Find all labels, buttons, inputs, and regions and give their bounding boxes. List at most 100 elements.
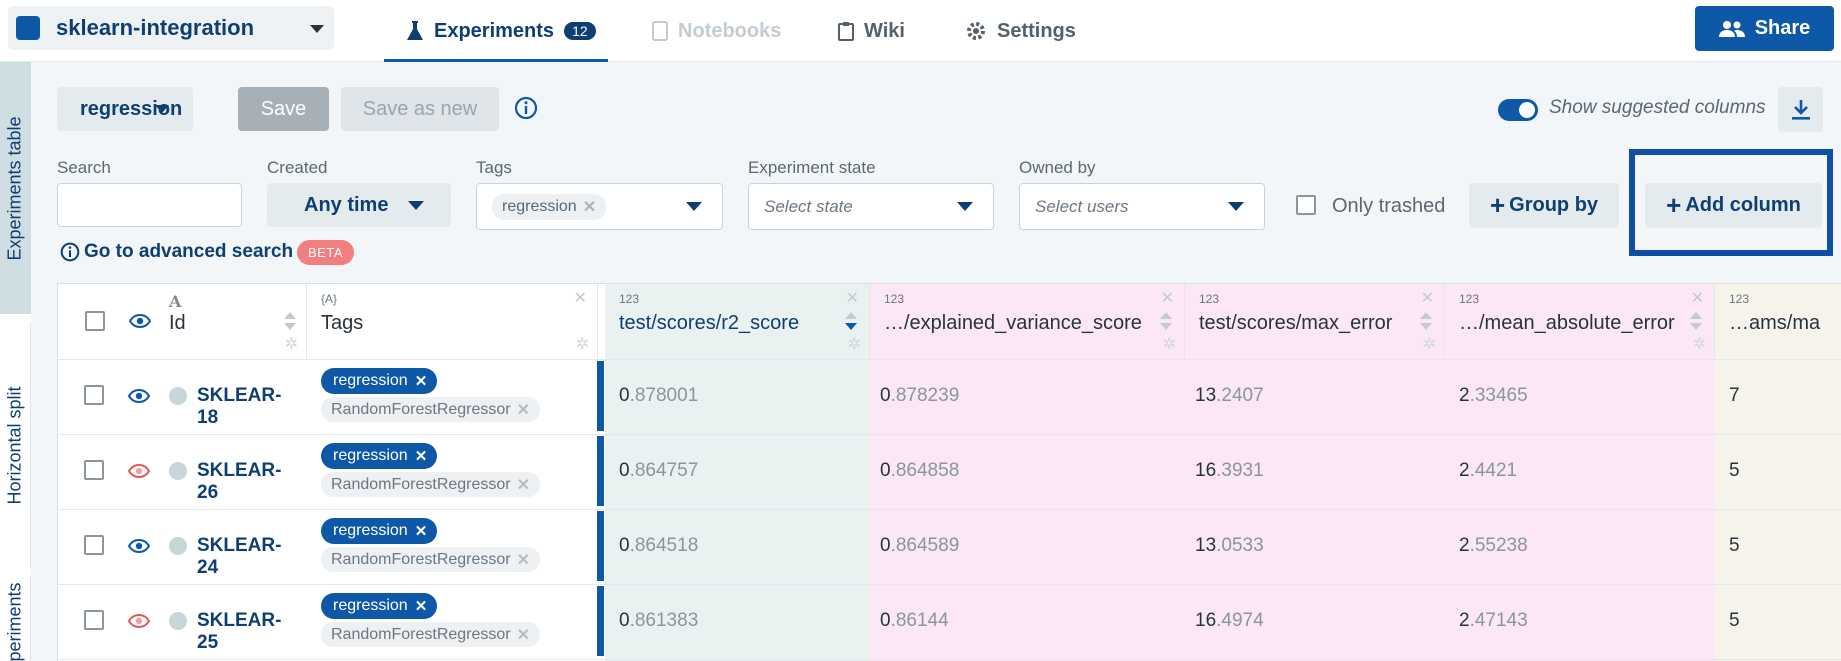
info-icon[interactable] [514,96,538,120]
sort-up-icon[interactable] [845,312,857,319]
eye-icon[interactable] [127,538,151,558]
eye-icon[interactable] [127,388,151,408]
sort-down-icon[interactable] [1160,323,1172,330]
eye-icon[interactable] [129,314,151,328]
tag-chip[interactable]: RandomForestRegressor ✕ [321,547,541,572]
row-checkbox[interactable] [84,385,104,405]
tab-experiments[interactable]: Experiments 12 [384,0,608,62]
experiment-id-link[interactable]: SKLEAR-26 [197,460,281,504]
header-separator [58,359,1841,360]
tag-chip[interactable]: regression ✕ [321,593,438,619]
value-frac: .55238 [1469,535,1528,556]
gear-icon[interactable]: ✲ [576,334,589,354]
column-title: …/mean_absolute_error [1459,312,1675,334]
advanced-search-link[interactable]: Go to advanced search [60,241,293,263]
row-checkbox[interactable] [84,610,104,630]
tab-notebooks[interactable]: Notebooks [652,0,781,62]
search-input[interactable] [57,183,242,227]
column-header-tags[interactable]: {A} Tags ✕ ✲ [307,284,598,359]
tag-chip[interactable]: regression ✕ [321,518,438,544]
tag-chip[interactable]: RandomForestRegressor ✕ [321,622,541,647]
tag-chip[interactable]: regression ✕ [321,368,438,394]
gear-icon[interactable]: ✲ [848,334,861,354]
remove-icon[interactable]: ✕ [415,522,428,540]
experiment-id-link[interactable]: SKLEAR-24 [197,535,281,579]
remove-icon[interactable]: ✕ [415,447,428,465]
eye-hidden-icon[interactable] [127,463,151,483]
gear-icon[interactable]: ✲ [1693,334,1706,354]
remove-icon[interactable]: ✕ [415,372,428,390]
view-selector[interactable]: regression [57,87,193,131]
tab-settings[interactable]: Settings [965,0,1076,62]
save-button[interactable]: Save [238,87,329,131]
info-icon [60,242,80,262]
download-button[interactable] [1778,87,1823,132]
gear-icon[interactable]: ✲ [1163,334,1176,354]
experiment-id-link[interactable]: SKLEAR-18 [197,385,281,429]
owner-select[interactable]: Select users [1019,183,1265,230]
share-button[interactable]: Share [1695,6,1834,51]
project-icon [16,16,40,40]
remove-icon[interactable]: ✕ [415,597,428,615]
tag-chip[interactable]: RandomForestRegressor ✕ [321,472,541,497]
close-icon[interactable]: ✕ [574,288,587,308]
value-cell-max-error: 13.0533 [1195,535,1264,557]
value-int: 2 [1459,460,1470,481]
sort-down-icon[interactable] [845,323,857,330]
sort-down-icon[interactable] [1690,323,1702,330]
gear-icon[interactable]: ✲ [1423,334,1436,354]
sort-up-icon[interactable] [1160,312,1172,319]
value-frac: .4974 [1216,610,1264,631]
column-header-r2-score[interactable]: 123 test/scores/r2_score ✕ ✲ [605,284,870,359]
sort-up-icon[interactable] [1420,312,1432,319]
column-header-truncated[interactable]: 123 …ams/ma [1715,284,1841,359]
remove-icon[interactable]: ✕ [517,625,530,645]
tag-filter-chip[interactable]: regression ✕ [492,193,607,220]
clipboard-icon [838,22,854,41]
side-tab-horizontal-split[interactable]: Horizontal split [0,322,31,568]
tag-chip[interactable]: RandomForestRegressor ✕ [321,397,541,422]
row-marker [597,436,604,506]
row-checkbox[interactable] [84,460,104,480]
remove-icon[interactable]: ✕ [517,475,530,495]
column-header-explained-variance[interactable]: 123 …/explained_variance_score ✕ ✲ [870,284,1185,359]
sort-up-icon[interactable] [284,312,296,319]
remove-icon[interactable]: ✕ [583,197,596,217]
chevron-down-icon [155,105,169,113]
tag-chip[interactable]: regression ✕ [321,443,438,469]
side-tab-experiments[interactable]: Experiments [0,575,31,661]
gear-icon[interactable]: ✲ [285,334,298,354]
value-cell-max-error: 16.3931 [1195,460,1264,482]
group-by-button[interactable]: + Group by [1469,183,1619,228]
close-icon[interactable]: ✕ [846,288,859,308]
tags-select[interactable]: regression ✕ [476,183,723,230]
eye-hidden-icon[interactable] [127,613,151,633]
column-header-id[interactable]: A Id ✲ [58,284,307,359]
column-header-max-error[interactable]: 123 test/scores/max_error ✕ ✲ [1185,284,1445,359]
tab-wiki[interactable]: Wiki [838,0,905,62]
close-icon[interactable]: ✕ [1691,288,1704,308]
sort-down-icon[interactable] [1420,323,1432,330]
experiment-id-link[interactable]: SKLEAR-25 [197,610,281,654]
close-icon[interactable]: ✕ [1421,288,1434,308]
column-header-mean-absolute-error[interactable]: 123 …/mean_absolute_error ✕ ✲ [1445,284,1715,359]
sort-down-icon[interactable] [284,323,296,330]
remove-icon[interactable]: ✕ [517,400,530,420]
remove-icon[interactable]: ✕ [517,550,530,570]
row-checkbox[interactable] [84,535,104,555]
save-as-new-button[interactable]: Save as new [341,87,499,131]
value-frac: .33465 [1469,385,1528,406]
close-icon[interactable]: ✕ [1161,288,1174,308]
created-select[interactable]: Any time [267,183,451,227]
only-trashed-checkbox[interactable] [1296,195,1316,215]
select-all-checkbox[interactable] [85,311,105,331]
add-column-button[interactable]: + Add column [1645,183,1822,228]
value-int: 16 [1195,460,1217,481]
sort-up-icon[interactable] [1690,312,1702,319]
state-select[interactable]: Select state [748,183,994,230]
tag-label: RandomForestRegressor [331,550,511,568]
suggested-columns-toggle[interactable] [1498,99,1538,121]
side-tab-experiments-table[interactable]: Experiments table [0,62,31,314]
project-name: sklearn-integration [56,15,255,40]
project-selector[interactable]: sklearn-integration [8,6,334,50]
